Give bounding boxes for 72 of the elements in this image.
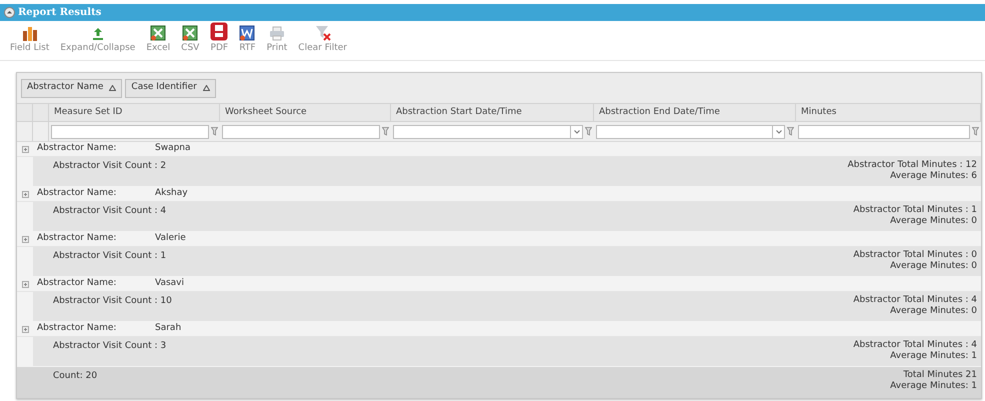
toolbar-button[interactable]: Expand/Collapse: [60, 27, 136, 54]
toolbar-button[interactable]: Field List: [10, 27, 50, 54]
average-minutes: Average Minutes: 6: [890, 171, 977, 182]
abstractor-name: Valerie: [155, 232, 186, 246]
printer-icon: [268, 26, 285, 41]
column-header[interactable]: Worksheet Source: [225, 106, 307, 120]
column-header[interactable]: Measure Set ID: [54, 106, 122, 120]
toolbar-button[interactable]: Clear Filter: [298, 25, 347, 54]
group-label: Abstractor Name:: [36, 187, 118, 200]
abstractor-name: Swapna: [155, 142, 191, 156]
abstractor-name: Sarah: [155, 322, 182, 336]
sort-ascending-icon: [109, 85, 116, 91]
average-minutes: Average Minutes: 1: [890, 351, 977, 362]
average-minutes: Average Minutes: 0: [890, 306, 977, 317]
window-title: Report Results: [18, 6, 102, 20]
filter-icon[interactable]: [787, 127, 794, 136]
average-minutes: Average Minutes: 0: [890, 261, 977, 272]
total-minutes: Abstractor Total Minutes : 0: [853, 250, 977, 261]
total-minutes: Abstractor Total Minutes : 1: [853, 205, 977, 216]
filter-icon[interactable]: [382, 127, 389, 136]
filter-icon[interactable]: [972, 127, 979, 136]
visit-count: Abstractor Visit Count : 2: [53, 160, 166, 173]
expand-icon[interactable]: [22, 326, 28, 332]
column-header[interactable]: Minutes: [801, 106, 836, 120]
spreadsheet-icon: [182, 25, 198, 41]
total-minutes: Abstractor Total Minutes : 12: [848, 160, 977, 171]
toolbar-button[interactable]: CSV: [181, 25, 200, 54]
expand-icon[interactable]: [22, 280, 28, 288]
date-filter-field[interactable]: [393, 124, 583, 138]
column-header[interactable]: Abstraction End Date/Time: [599, 106, 720, 120]
visit-count: Abstractor Visit Count : 3: [53, 340, 166, 353]
group-label: Abstractor Name:: [36, 277, 118, 290]
visit-count: Abstractor Visit Count : 4: [53, 205, 166, 218]
expand-icon[interactable]: [22, 236, 28, 242]
column-header[interactable]: Abstraction Start Date/Time: [396, 106, 522, 120]
total-count: Count: 20: [53, 370, 98, 383]
expand-icon[interactable]: [22, 190, 28, 198]
filter-field[interactable]: [51, 124, 209, 138]
filter-field[interactable]: [222, 124, 380, 138]
spreadsheet-icon: [150, 25, 166, 41]
filter-icon[interactable]: [211, 127, 218, 136]
total-minutes: Total Minutes 21: [903, 370, 977, 381]
filter-field[interactable]: [798, 124, 970, 138]
group-label: Abstractor Name:: [36, 322, 118, 336]
clear-filter-icon: [314, 25, 331, 41]
total-minutes: Abstractor Total Minutes : 4: [853, 295, 977, 306]
toolbar-button[interactable]: Excel: [146, 25, 170, 54]
dropdown-icon: [574, 130, 580, 134]
group-by-chip[interactable]: Abstractor Name: [21, 78, 122, 98]
toolbar-button[interactable]: PDF: [210, 22, 228, 54]
average-minutes: Average Minutes: 1: [890, 381, 977, 392]
dropdown-icon: [776, 130, 782, 134]
visit-count: Abstractor Visit Count : 10: [53, 295, 172, 308]
expand-icon[interactable]: [22, 146, 28, 152]
document-icon: [210, 22, 228, 41]
average-minutes: Average Minutes: 0: [890, 216, 977, 227]
bar-chart-icon: [22, 27, 38, 41]
group-label: Abstractor Name:: [36, 232, 118, 246]
document-icon: [239, 25, 256, 41]
toolbar-button[interactable]: RTF: [239, 25, 256, 54]
abstractor-name: Akshay: [155, 187, 188, 200]
date-filter-field[interactable]: [596, 124, 785, 138]
collapse-icon[interactable]: [4, 7, 15, 18]
total-minutes: Abstractor Total Minutes : 4: [853, 340, 977, 351]
expand-icon: [92, 27, 104, 41]
toolbar-button[interactable]: Print: [266, 26, 288, 54]
visit-count: Abstractor Visit Count : 1: [53, 250, 166, 263]
filter-icon[interactable]: [585, 127, 592, 136]
abstractor-name: Vasavi: [155, 277, 184, 290]
sort-ascending-icon: [202, 85, 210, 91]
group-label: Abstractor Name:: [36, 142, 118, 156]
group-by-chip[interactable]: Case Identifier: [125, 78, 216, 98]
